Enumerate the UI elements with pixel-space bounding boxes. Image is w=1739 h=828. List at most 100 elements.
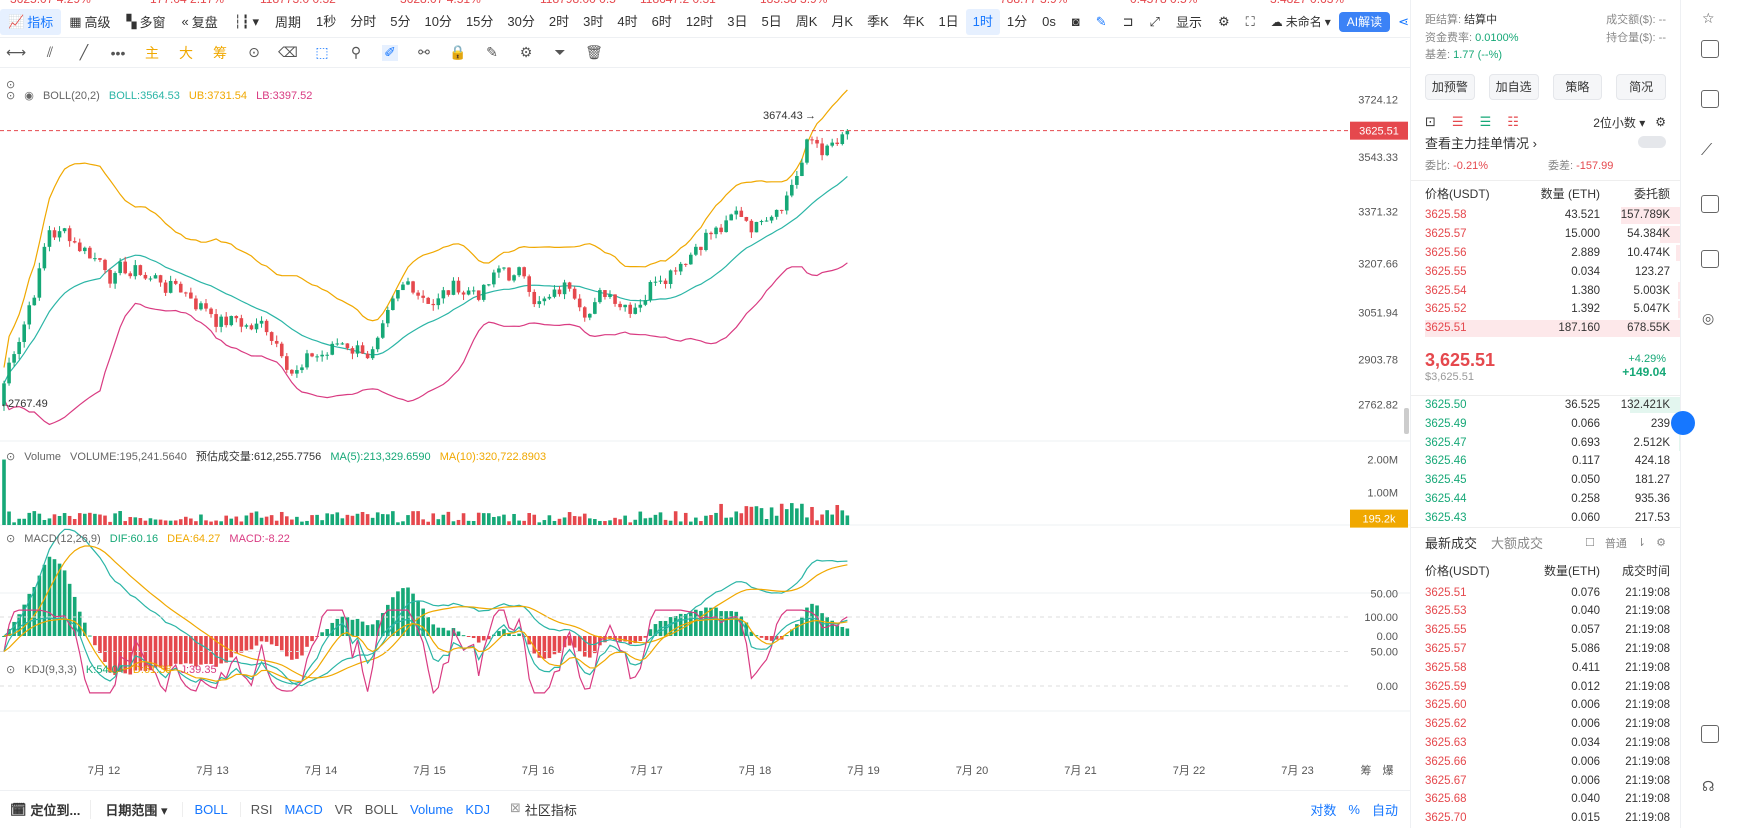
indicator-tab-boll[interactable]: BOLL <box>365 802 398 817</box>
main-orders-toggle[interactable] <box>1638 136 1666 148</box>
locate-button[interactable]: 🗓 定位到... <box>0 800 90 819</box>
panel-button-3[interactable]: 简况 <box>1616 74 1666 100</box>
interval-14[interactable]: 月K <box>824 9 860 35</box>
interval-16[interactable]: 年K <box>896 9 932 35</box>
indicator-button[interactable]: 📈 指标 <box>0 8 62 35</box>
fullscreen-icon[interactable]: ⛶ <box>1238 9 1263 35</box>
document-icon[interactable] <box>1701 40 1719 58</box>
filter-icon[interactable]: ⇂ <box>1637 536 1646 549</box>
interval-2[interactable]: 5分 <box>383 9 417 35</box>
star-icon[interactable]: ☆ <box>1702 10 1715 27</box>
log-scale-button[interactable]: 对数 <box>1304 800 1342 819</box>
chart-icon[interactable] <box>1701 195 1719 213</box>
coin-icon[interactable]: ◎ <box>1702 310 1714 327</box>
orderbook-row[interactable]: 3625.44 0.258 935.36 <box>1411 490 1680 509</box>
more-icon[interactable]: ••• <box>110 45 126 61</box>
orderbook-row[interactable]: 3625.52 1.392 5.047K <box>1411 300 1680 319</box>
indicator-tab-macd[interactable]: MACD <box>284 802 322 817</box>
layout-icon[interactable] <box>1701 725 1719 743</box>
interval-15[interactable]: 季K <box>860 9 896 35</box>
ob-asks-icon[interactable]: ☰ <box>1452 114 1464 130</box>
interval-18[interactable]: 1时 <box>965 8 1000 35</box>
headset-icon[interactable]: ☊ <box>1702 778 1714 795</box>
trash-icon[interactable]: 🗑 <box>585 44 603 61</box>
orderbook-row[interactable]: 3625.56 2.889 10.474K <box>1411 244 1680 263</box>
normal-checkbox[interactable]: ☐ <box>1585 536 1595 549</box>
ai-read-button[interactable]: AI解读 <box>1338 11 1391 32</box>
gear-icon[interactable]: ⚙ <box>1210 9 1238 35</box>
tab-large-trades[interactable]: 大额成交 <box>1491 533 1543 552</box>
main-chip-button[interactable]: 主 <box>144 45 160 61</box>
orderbook-row[interactable]: 3625.43 0.060 217.53 <box>1411 508 1680 527</box>
big-chip-button[interactable]: 大 <box>178 45 194 61</box>
camera-icon[interactable]: ◙ <box>1064 9 1088 35</box>
magnet-icon[interactable]: ⊙ <box>246 44 262 61</box>
panel-button-2[interactable]: 策略 <box>1552 74 1603 100</box>
orderbook-row[interactable]: 3625.54 1.380 5.003K <box>1411 281 1680 300</box>
chip-button[interactable]: 筹 <box>212 45 228 61</box>
brush-icon[interactable]: ✐ <box>382 44 398 61</box>
interval-3[interactable]: 10分 <box>417 9 458 35</box>
replay-button[interactable]: «复盘 <box>174 9 226 35</box>
panel-button-0[interactable]: 加预警 <box>1425 74 1475 100</box>
trend-icon[interactable]: ⟋ <box>1701 142 1712 160</box>
interval-12[interactable]: 5日 <box>755 9 789 35</box>
panel-button-1[interactable]: 加自选 <box>1488 74 1539 100</box>
binoculars-icon[interactable]: ⚯ <box>416 44 432 61</box>
indicator-tab-kdj[interactable]: KDJ <box>465 802 490 817</box>
orderbook-row[interactable]: 3625.46 0.117 424.18 <box>1411 452 1680 471</box>
boll-tab[interactable]: BOLL <box>181 802 240 817</box>
eraser-icon[interactable]: ⌫ <box>278 44 298 61</box>
orderbook-row[interactable]: 3625.49 0.066 239 <box>1411 414 1680 433</box>
ob-list-icon[interactable]: ☷ <box>1507 114 1519 130</box>
settings-icon[interactable]: ⚙ <box>518 44 534 61</box>
interval-13[interactable]: 周K <box>789 9 825 35</box>
settings-icon[interactable]: ⚙ <box>1655 115 1666 129</box>
advanced-button[interactable]: ▦ 高级 <box>61 9 118 35</box>
candle-type-dropdown[interactable]: ┆┇ ▾ <box>226 9 267 35</box>
interval-7[interactable]: 3时 <box>576 9 610 35</box>
orderbook-row[interactable]: 3625.45 0.050 181.27 <box>1411 471 1680 490</box>
community-indicators[interactable]: ⊠ 社区指标 <box>500 800 587 819</box>
orderbook-row[interactable]: 3625.58 43.521 157.789K <box>1411 206 1680 225</box>
sidebar-toggle-icon[interactable]: ⊐ <box>1115 9 1142 35</box>
calculator-icon[interactable] <box>1701 250 1719 268</box>
chat-bubble-icon[interactable] <box>1671 411 1695 435</box>
orderbook-row[interactable]: 3625.51 187.160 678.55K <box>1411 319 1680 338</box>
percent-scale-button[interactable]: % <box>1342 802 1366 817</box>
interval-10[interactable]: 12时 <box>679 9 720 35</box>
tab-latest-trades[interactable]: 最新成交 <box>1425 533 1477 552</box>
indicator-tab-volume[interactable]: Volume <box>410 802 453 817</box>
cloud-layout-dropdown[interactable]: ☁ 未命名 ▾ <box>1263 9 1339 35</box>
trend-line-icon[interactable]: ╱ <box>76 44 92 61</box>
edit-icon[interactable]: ✎ <box>484 44 500 61</box>
interval-6[interactable]: 2时 <box>542 9 576 35</box>
orderbook-row[interactable]: 3625.57 15.000 54.384K <box>1411 225 1680 244</box>
interval-11[interactable]: 3日 <box>720 9 754 35</box>
horizontal-line-icon[interactable]: ⟷ <box>6 44 26 61</box>
auto-scale-button[interactable]: 自动 <box>1366 800 1410 819</box>
ob-both-icon[interactable]: ⊡ <box>1425 114 1436 130</box>
interval-4[interactable]: 15分 <box>459 9 500 35</box>
interval-0[interactable]: 1秒 <box>309 9 343 35</box>
interval-9[interactable]: 6时 <box>645 9 679 35</box>
display-button[interactable]: 显示 <box>1168 9 1210 35</box>
decimals-dropdown[interactable]: 2位小数 ▾ <box>1593 114 1645 131</box>
interval-19[interactable]: 1分 <box>1000 9 1034 35</box>
eye-icon[interactable]: ◉ <box>24 90 34 102</box>
orderbook-row[interactable]: 3625.47 0.693 2.512K <box>1411 433 1680 452</box>
main-orders-row[interactable]: 查看主力挂单情况 › <box>1411 130 1680 154</box>
settings-icon[interactable]: ⚙ <box>1656 536 1666 549</box>
filter-icon[interactable]: ⏷ <box>552 44 568 61</box>
interval-8[interactable]: 4时 <box>610 9 644 35</box>
book-icon[interactable] <box>1701 90 1719 108</box>
indicator-tab-vr[interactable]: VR <box>335 802 353 817</box>
multiwindow-button[interactable]: ▚ 多窗 <box>119 9 174 35</box>
ruler-icon[interactable]: ⚲ <box>348 44 364 61</box>
interval-1[interactable]: 分时 <box>343 9 383 35</box>
kline-chart[interactable]: 3724.12 3543.33 3371.32 3207.66 3051.94 2903.… <box>0 68 1410 790</box>
pen-icon[interactable]: ✎ <box>1088 9 1115 35</box>
select-icon[interactable]: ⬚ <box>314 44 330 61</box>
parallel-lines-icon[interactable]: ⫽ <box>42 44 58 61</box>
ob-bids-icon[interactable]: ☰ <box>1480 114 1492 130</box>
